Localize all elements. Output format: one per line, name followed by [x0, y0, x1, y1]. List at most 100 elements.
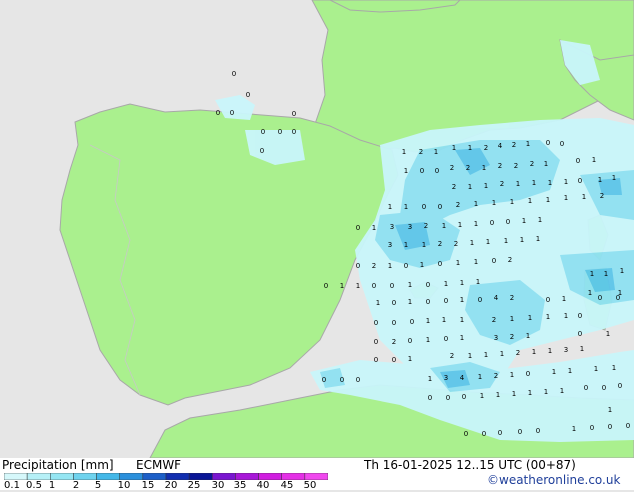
precip-value-label: 2 — [498, 162, 502, 170]
precip-value-label: 2 — [450, 164, 454, 172]
precip-value-label: 1 — [356, 282, 360, 290]
precip-value-label: 1 — [460, 316, 464, 324]
precip-value-label: 2 — [452, 183, 456, 191]
precip-value-label: 0 — [584, 384, 588, 392]
precip-value-label: 1 — [504, 237, 508, 245]
precip-value-label: 1 — [564, 194, 568, 202]
precip-value-label: 1 — [536, 235, 540, 243]
precip-value-label: 0 — [446, 394, 450, 402]
precip-value-label: 0 — [261, 128, 265, 136]
precip-value-label: 1 — [548, 179, 552, 187]
precip-value-label: 1 — [480, 392, 484, 400]
precip-value-label: 1 — [580, 345, 584, 353]
precip-value-label: 1 — [404, 203, 408, 211]
legend-swatch — [235, 473, 259, 480]
map-canvas: 0 0 0 0 0 0 0 0 0 1 2 1 1 1 2 4 2 1 0 0 1 0 0 2 2 1 2 2 2 1 0 1 2 1 1 2 1 1 1 1… — [0, 0, 634, 459]
precip-value-label: 1 — [478, 373, 482, 381]
legend-tick-label: 30 — [211, 480, 225, 491]
precip-value-label: 1 — [486, 238, 490, 246]
precip-value-label: 1 — [460, 279, 464, 287]
precip-value-label: 1 — [388, 262, 392, 270]
legend-tick-label: 35 — [233, 480, 247, 491]
precip-value-label: 2 — [454, 240, 458, 248]
precip-value-label: 0 — [590, 424, 594, 432]
precip-value-label: 1 — [548, 347, 552, 355]
precip-value-label: 1 — [590, 270, 594, 278]
precip-value-label: 0 — [536, 427, 540, 435]
precip-value-label: 1 — [402, 148, 406, 156]
precip-value-label: 0 — [374, 356, 378, 364]
precip-value-label: 3 — [390, 223, 394, 231]
legend-tick-label: 5 — [94, 480, 102, 491]
precip-value-label: 2 — [530, 160, 534, 168]
precip-value-label: 1 — [562, 295, 566, 303]
precip-value-label: 2 — [508, 256, 512, 264]
precip-value-label: 1 — [474, 258, 478, 266]
precip-value-label: 0 — [578, 177, 582, 185]
precip-value-label: 3 — [494, 334, 498, 342]
legend-tick-label: 20 — [164, 480, 178, 491]
precip-value-label: 2 — [466, 164, 470, 172]
precip-value-label: 1 — [538, 216, 542, 224]
precip-value-label: 1 — [474, 220, 478, 228]
legend-tick-label: 1 — [48, 480, 56, 491]
legend-tick-label: 2 — [72, 480, 80, 491]
legend-swatch — [142, 473, 167, 480]
precip-value-label: 1 — [442, 222, 446, 230]
precip-value-label: 0 — [392, 319, 396, 327]
precip-value-label: 1 — [612, 174, 616, 182]
precip-value-label: 3 — [408, 223, 412, 231]
precip-value-label: 3 — [444, 374, 448, 382]
precip-value-label: 1 — [468, 352, 472, 360]
precip-value-label: 0 — [322, 376, 326, 384]
legend-swatch — [119, 473, 144, 480]
precip-value-label: 1 — [500, 350, 504, 358]
precip-value-label: 2 — [510, 294, 514, 302]
legend-tick-label: 40 — [256, 480, 270, 491]
precip-value-label: 1 — [420, 261, 424, 269]
precip-value-label: 0 — [408, 337, 412, 345]
precip-value-label: 0 — [426, 298, 430, 306]
legend-tick-label: 25 — [187, 480, 201, 491]
precip-value-label: 1 — [512, 390, 516, 398]
precip-value-label: 0 — [246, 91, 250, 99]
precip-value-label: 1 — [526, 140, 530, 148]
precip-value-label: 1 — [592, 156, 596, 164]
legend-swatch — [188, 473, 213, 480]
legend-tick-label: 10 — [117, 480, 131, 491]
precip-value-label: 1 — [468, 183, 472, 191]
precip-value-label: 2 — [372, 262, 376, 270]
credit-link[interactable]: ©weatheronline.co.uk — [487, 473, 620, 487]
legend-swatch — [212, 473, 236, 480]
precip-value-label: 1 — [460, 296, 464, 304]
precip-value-label: 3 — [388, 241, 392, 249]
precip-value-label: 0 — [438, 260, 442, 268]
precip-value-label: 0 — [598, 294, 602, 302]
precip-value-label: 1 — [572, 425, 576, 433]
precip-value-label: 0 — [374, 338, 378, 346]
precip-value-label: 1 — [516, 180, 520, 188]
product-label: Precipitation [mm] — [2, 458, 114, 472]
precip-value-label: 1 — [404, 241, 408, 249]
precip-value-label: 1 — [546, 313, 550, 321]
precip-value-label: 2 — [516, 349, 520, 357]
precip-value-label: 1 — [408, 281, 412, 289]
legend-tick-label: 0.5 — [26, 480, 42, 491]
precip-value-label: 0 — [444, 297, 448, 305]
legend-swatch — [258, 473, 282, 480]
precip-value-label: 2 — [512, 141, 516, 149]
precip-value-label: 0 — [372, 282, 376, 290]
precip-value-label: 1 — [484, 351, 488, 359]
legend-swatch — [4, 473, 28, 480]
precip-value-label: 0 — [216, 109, 220, 117]
precip-value-label: 0 — [464, 430, 468, 438]
precip-value-label: 2 — [419, 148, 423, 156]
precip-value-label: 0 — [292, 128, 296, 136]
precip-value-label: 0 — [404, 262, 408, 270]
precip-value-label: 1 — [470, 239, 474, 247]
precip-value-label: 1 — [528, 314, 532, 322]
precip-value-label: 1 — [388, 203, 392, 211]
precip-value-label: 4 — [460, 374, 465, 382]
precip-value-label: 1 — [496, 391, 500, 399]
precip-value-label: 1 — [468, 144, 472, 152]
